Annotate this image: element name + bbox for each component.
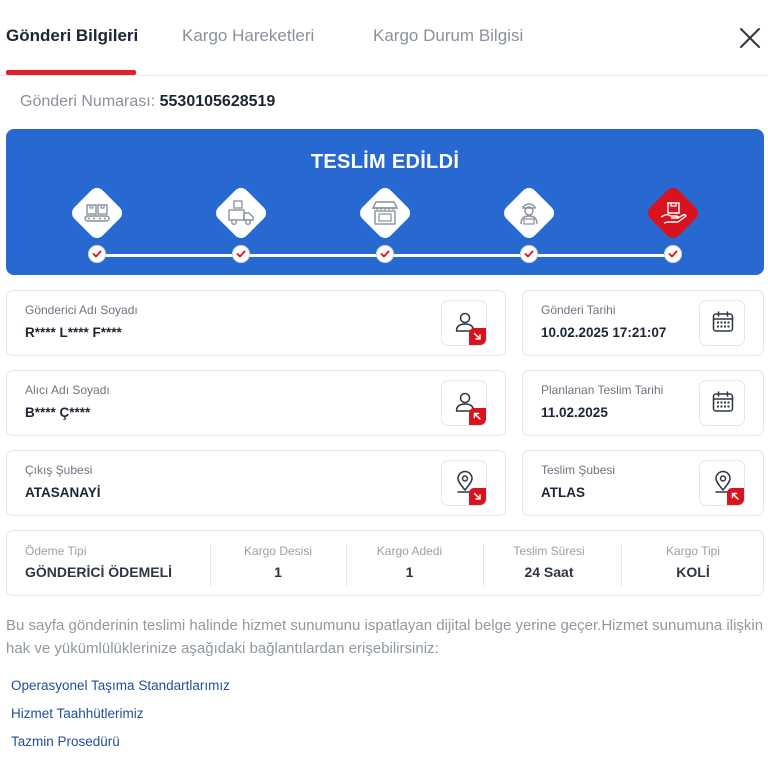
planned-date-label: Planlanan Teslim Tarihi [541, 383, 664, 397]
receiver-card: Alıcı Adı Soyadı B**** Ç**** [6, 370, 506, 436]
payment-type-label: Ödeme Tipi [25, 544, 87, 558]
delivery-branch-value: ATLAS [541, 485, 585, 500]
receiver-icon-box [441, 380, 487, 426]
step-delivered [643, 183, 703, 243]
arrow-down-right-icon [469, 488, 486, 505]
step-check-icon [376, 245, 394, 263]
cargo-count-label: Kargo Adedi [376, 544, 443, 558]
sent-date-label: Gönderi Tarihi [541, 303, 616, 317]
sent-date-card: Gönderi Tarihi 10.02.2025 17:21:07 [522, 290, 764, 356]
cargo-desi-label: Kargo Desisi [243, 544, 313, 558]
planned-date-icon-box [699, 380, 745, 426]
tab-cargo-movements[interactable]: Kargo Hareketleri [182, 26, 314, 46]
cargo-count-value: 1 [405, 564, 414, 580]
tab-shipment-info[interactable]: Gönderi Bilgileri [6, 26, 138, 46]
sender-label: Gönderici Adı Soyadı [25, 303, 138, 317]
sender-card: Gönderici Adı Soyadı R**** L**** F**** [6, 290, 506, 356]
shipment-number-label: Gönderi Numarası: [20, 93, 156, 110]
hand-package-icon [660, 202, 687, 224]
delivery-time-label: Teslim Süresi [513, 544, 585, 558]
step-at-branch [355, 183, 415, 243]
sent-date-icon-box [699, 300, 745, 346]
tab-cargo-status[interactable]: Kargo Durum Bilgisi [373, 26, 523, 46]
delivery-branch-icon-box[interactable] [699, 460, 745, 506]
shipment-number-value: 5530105628519 [159, 93, 276, 110]
tab-bar: Gönderi Bilgileri Kargo Hareketleri Karg… [0, 0, 768, 76]
step-check-icon [520, 245, 538, 263]
origin-branch-value: ATASANAYİ [25, 485, 101, 500]
step-accepted [67, 183, 127, 243]
delivery-branch-card: Teslim Şubesi ATLAS [522, 450, 764, 516]
delivery-truck-icon [228, 200, 254, 226]
origin-branch-card: Çıkış Şubesi ATASANAYİ [6, 450, 506, 516]
cargo-desi: Kargo Desisi 1 [211, 531, 345, 597]
link-service-commitments[interactable]: Hizmet Taahhütlerimiz [11, 706, 144, 721]
receiver-label: Alıcı Adı Soyadı [25, 383, 110, 397]
shipment-number: Gönderi Numarası: 5530105628519 [20, 93, 275, 111]
origin-branch-label: Çıkış Şubesi [25, 463, 93, 477]
arrow-up-left-icon [727, 488, 744, 505]
origin-branch-icon-box[interactable] [441, 460, 487, 506]
arrow-down-right-icon [469, 328, 486, 345]
planned-date-value: 11.02.2025 [541, 405, 608, 420]
status-title: TESLİM EDİLDİ [310, 151, 460, 173]
arrow-up-left-icon [469, 408, 486, 425]
payment-type-value: GÖNDERİCİ ÖDEMELİ [25, 564, 173, 580]
step-in-transit [211, 183, 271, 243]
branch-store-icon [371, 201, 399, 225]
cargo-type-label: Kargo Tipi [665, 544, 721, 558]
delivery-branch-label: Teslim Şubesi [541, 463, 616, 477]
cargo-desi-value: 1 [274, 564, 282, 580]
cargo-type-value: KOLİ [676, 564, 710, 580]
step-check-icon [88, 245, 106, 263]
planned-date-card: Planlanan Teslim Tarihi 11.02.2025 [522, 370, 764, 436]
legal-notice: Bu sayfa gönderinin teslimi halinde hizm… [6, 617, 764, 657]
step-out-for-delivery [499, 183, 559, 243]
sender-value: R**** L**** F**** [25, 325, 122, 340]
cargo-type: Kargo Tipi KOLİ [622, 531, 764, 597]
payment-type: Ödeme Tipi GÖNDERİCİ ÖDEMELİ [25, 531, 215, 597]
step-check-icon [664, 245, 682, 263]
delivery-status-panel: TESLİM EDİLDİ [6, 129, 764, 275]
calendar-icon [712, 391, 734, 412]
sent-date-value: 10.02.2025 17:21:07 [541, 325, 667, 340]
shipment-details-row: Ödeme Tipi GÖNDERİCİ ÖDEMELİ Kargo Desis… [6, 530, 764, 596]
calendar-icon [712, 311, 734, 332]
close-icon[interactable] [736, 24, 764, 52]
cargo-count: Kargo Adedi 1 [347, 531, 472, 597]
link-compensation-procedure[interactable]: Tazmin Prosedürü [11, 734, 120, 749]
courier-icon [520, 203, 538, 225]
boxes-conveyor-icon [84, 204, 110, 222]
delivery-time-value: 24 Saat [524, 564, 574, 580]
sender-icon-box [441, 300, 487, 346]
active-tab-indicator [6, 70, 136, 75]
step-check-icon [232, 245, 250, 263]
delivery-time: Teslim Süresi 24 Saat [484, 531, 614, 597]
link-operational-standards[interactable]: Operasyonel Taşıma Standartlarımız [11, 678, 230, 693]
receiver-value: B**** Ç**** [25, 405, 91, 420]
